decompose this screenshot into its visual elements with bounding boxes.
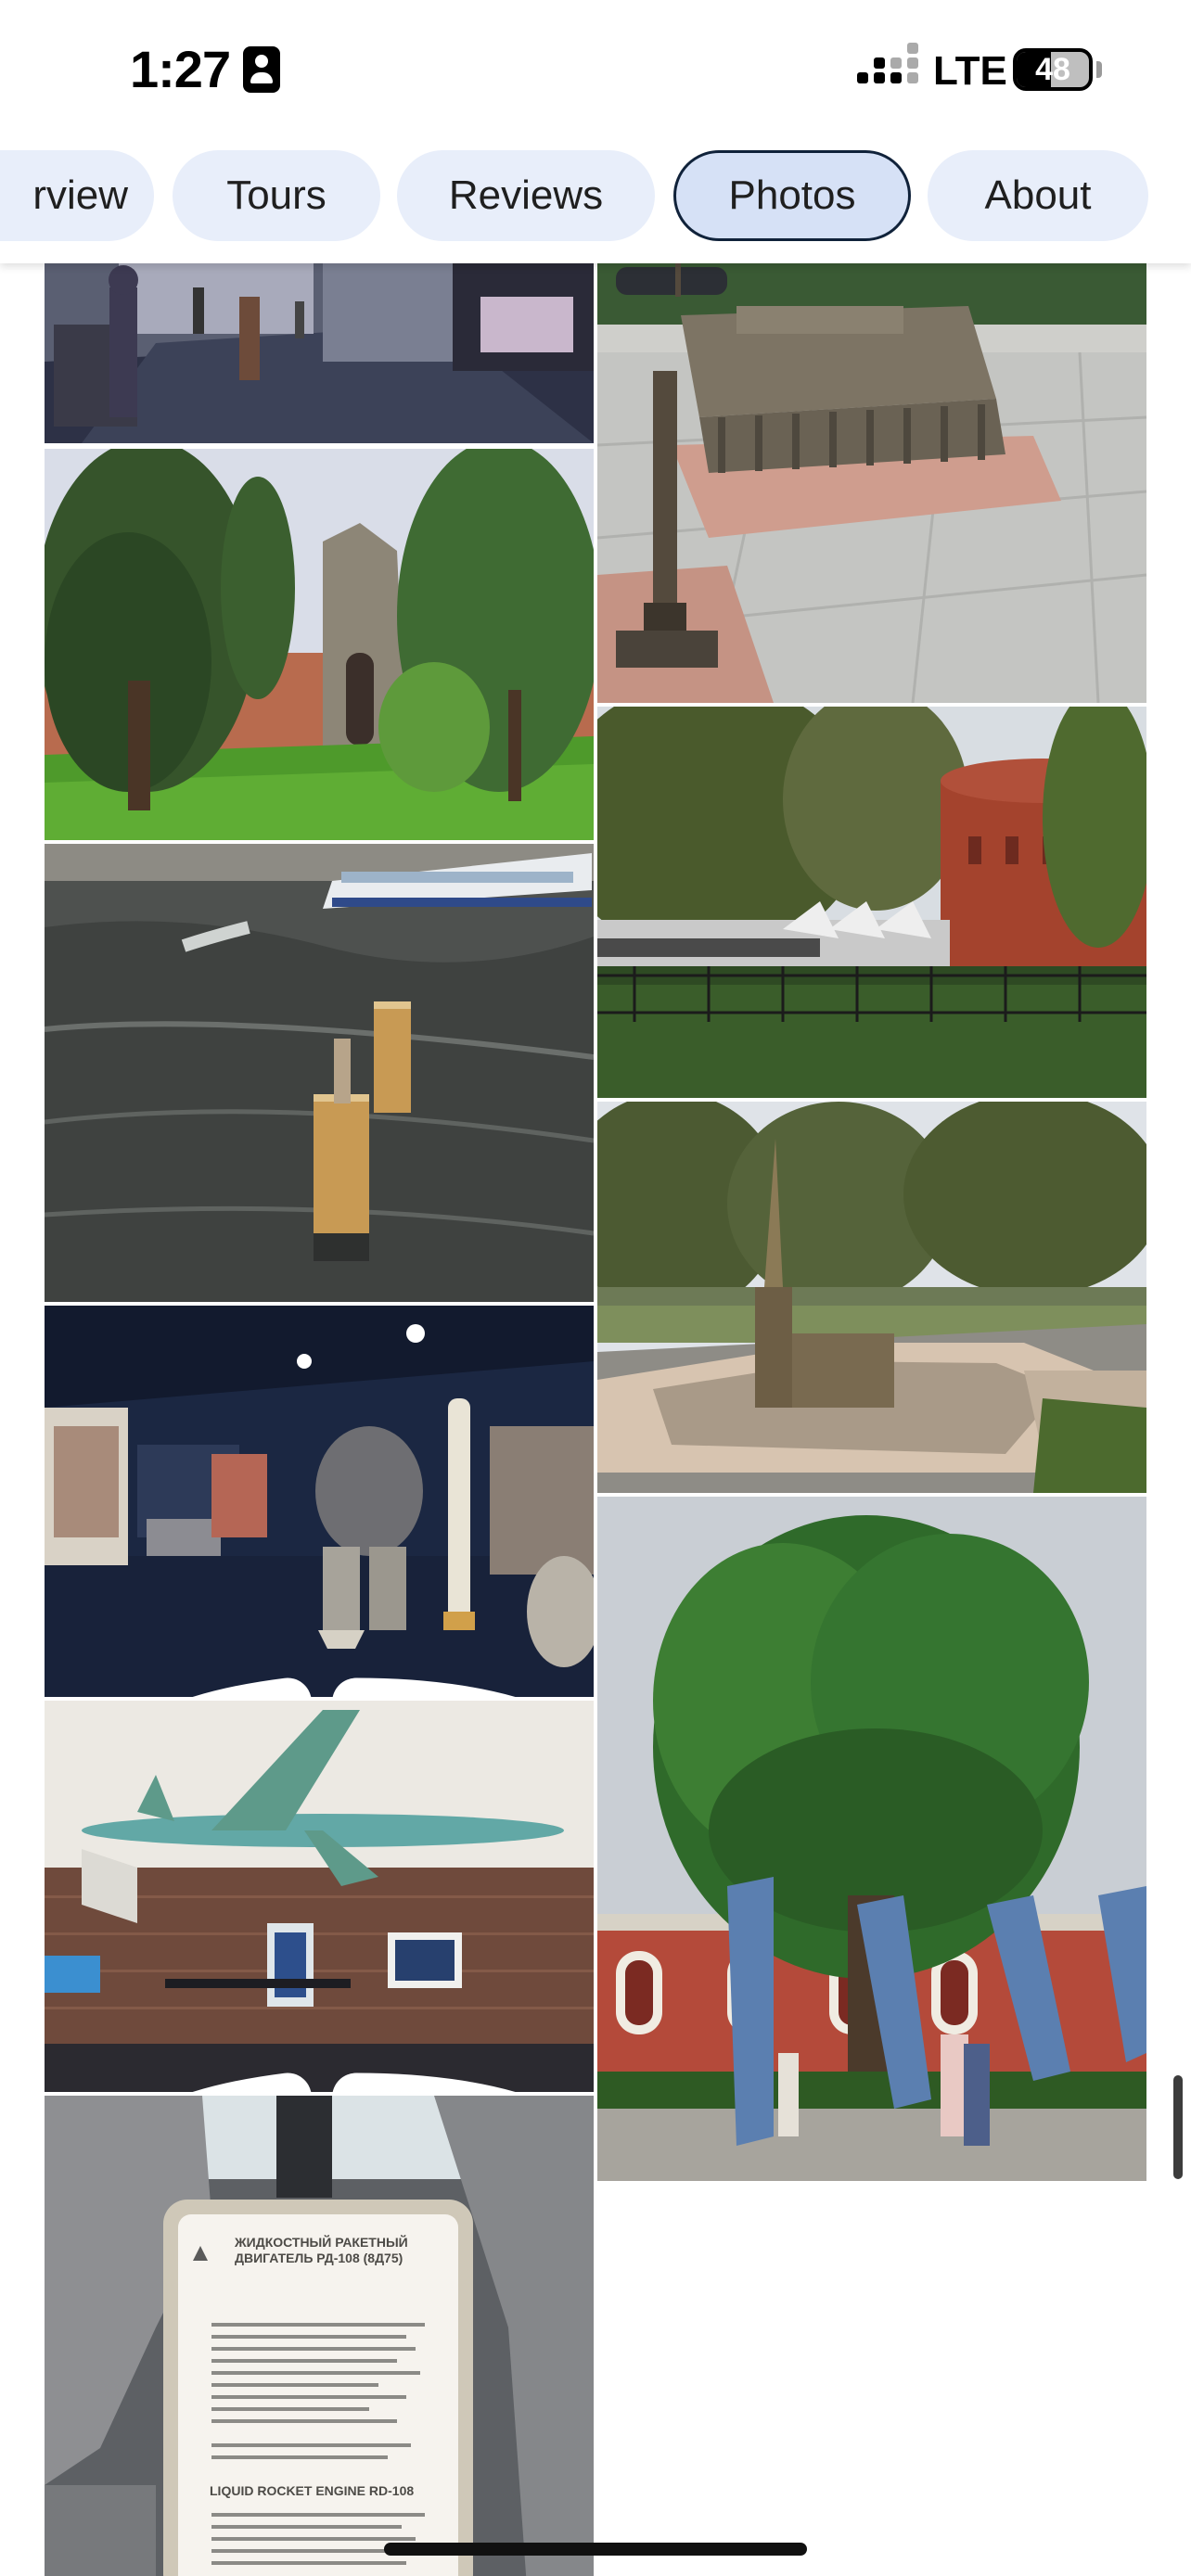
photo-grid: ЖИДКОСТНЫЙ РАКЕТНЫЙ ДВИГАТЕЛЬ РД-108 (8Д… bbox=[0, 263, 1191, 2576]
network-label: LTE bbox=[933, 48, 1007, 94]
photo-bronze-model[interactable] bbox=[597, 263, 1146, 703]
tab-tours[interactable]: Tours bbox=[173, 150, 380, 241]
battery-tip bbox=[1096, 61, 1102, 78]
home-indicator[interactable] bbox=[384, 2543, 807, 2556]
photo-museum-hall[interactable] bbox=[45, 263, 594, 443]
tab-reviews[interactable]: Reviews bbox=[397, 150, 655, 241]
photo-engine-plaque[interactable]: ЖИДКОСТНЫЙ РАКЕТНЫЙ ДВИГАТЕЛЬ РД-108 (8Д… bbox=[45, 2096, 594, 2576]
battery-level: 48 bbox=[1035, 52, 1070, 87]
tab-bar: rview Tours Reviews Photos About bbox=[0, 139, 1191, 263]
signal-icon bbox=[857, 43, 920, 91]
photo-cathedral-model[interactable] bbox=[597, 1102, 1146, 1493]
photo-rocket-engine-hall[interactable] bbox=[45, 1306, 594, 1697]
tab-overview[interactable]: rview bbox=[0, 150, 154, 241]
panorama-360-icon bbox=[193, 1677, 516, 1697]
plaque-heading-ru: ЖИДКОСТНЫЙ РАКЕТНЫЙ ДВИГАТЕЛЬ РД-108 (8Д… bbox=[235, 2235, 408, 2265]
photo-river-boat[interactable] bbox=[45, 844, 594, 1302]
status-time: 1:27 bbox=[130, 40, 231, 98]
panorama-360-icon bbox=[193, 2072, 516, 2092]
tab-photos[interactable]: Photos bbox=[673, 150, 911, 241]
photo-aircraft-exhibition[interactable] bbox=[45, 1701, 594, 2092]
battery-icon: 48 bbox=[1013, 48, 1093, 91]
plaque-heading-en: LIQUID ROCKET ENGINE RD-108 bbox=[210, 2483, 415, 2498]
tab-about[interactable]: About bbox=[928, 150, 1148, 241]
scrollbar[interactable] bbox=[1173, 2075, 1183, 2179]
status-bar: 1:27 LTE 48 bbox=[0, 0, 1191, 139]
photo-park-rockets[interactable] bbox=[597, 707, 1146, 1098]
photo-oak-tree-banners[interactable] bbox=[597, 1497, 1146, 2181]
person-icon bbox=[243, 46, 280, 93]
photo-fortress-gate[interactable] bbox=[45, 449, 594, 840]
